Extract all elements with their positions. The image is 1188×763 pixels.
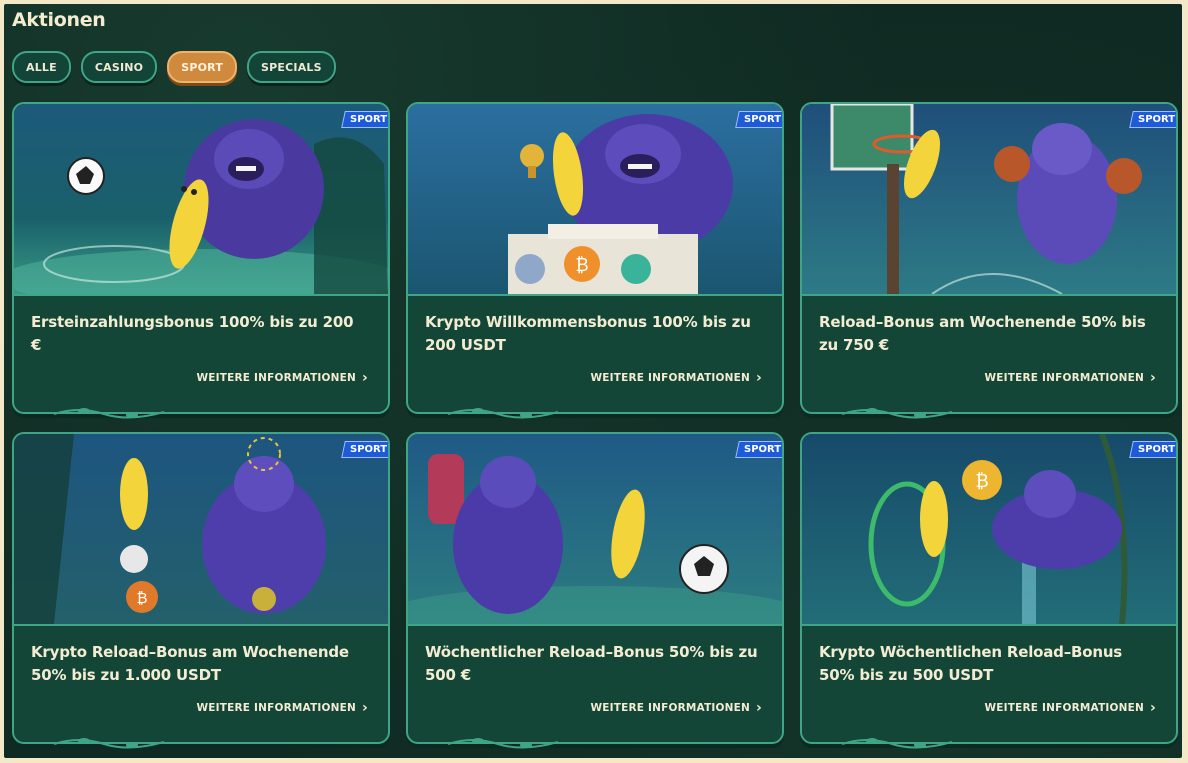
promotion-card[interactable]: ₿ SPORT Krypto Willkommensbonus 100% bis… <box>406 102 784 419</box>
more-info-link[interactable]: WEITERE INFORMATIONEN › <box>984 700 1156 716</box>
more-info-link[interactable]: WEITERE INFORMATIONEN › <box>590 370 762 386</box>
vine-decoration <box>54 738 164 749</box>
more-info-label: WEITERE INFORMATIONEN <box>984 702 1145 714</box>
filter-all-button[interactable]: ALLE <box>12 51 71 83</box>
promotion-image <box>408 434 782 626</box>
vine-decoration <box>54 408 164 419</box>
vine-decoration <box>842 738 952 749</box>
promotion-card[interactable]: SPORT Ersteinzahlungsbonus 100% bis zu 2… <box>12 102 390 419</box>
chevron-right-icon: › <box>362 700 368 716</box>
svg-text:₿: ₿ <box>975 471 988 492</box>
chevron-right-icon: › <box>756 370 762 386</box>
promotion-card[interactable]: SPORT Wöchentlicher Reload–Bonus 50% bis… <box>406 432 784 749</box>
category-badge: SPORT <box>735 441 782 458</box>
promotion-title: Wöchentlicher Reload–Bonus 50% bis zu 50… <box>425 643 758 684</box>
filter-casino-button[interactable]: CASINO <box>80 51 158 83</box>
category-badge: SPORT <box>1129 441 1176 458</box>
category-badge: SPORT <box>341 441 388 458</box>
category-badge: SPORT <box>341 111 388 128</box>
filter-bar: ALLE CASINO SPORT SPECIALS <box>12 51 336 83</box>
svg-text:₿: ₿ <box>136 589 147 607</box>
page-title: Aktionen <box>12 9 106 31</box>
more-info-link[interactable]: WEITERE INFORMATIONEN › <box>196 370 368 386</box>
vine-decoration <box>842 408 952 419</box>
promotion-image: ₿ <box>14 434 388 626</box>
chevron-right-icon: › <box>756 700 762 716</box>
promotion-title: Ersteinzahlungsbonus 100% bis zu 200 € <box>31 313 354 354</box>
vine-decoration <box>448 738 558 749</box>
more-info-label: WEITERE INFORMATIONEN <box>984 372 1145 384</box>
vine-decoration <box>448 408 558 419</box>
more-info-label: WEITERE INFORMATIONEN <box>196 372 357 384</box>
more-info-label: WEITERE INFORMATIONEN <box>196 702 357 714</box>
promotion-grid: SPORT Ersteinzahlungsbonus 100% bis zu 2… <box>12 102 1178 749</box>
promotion-card[interactable]: ₿ SPORT Krypto Wöchentlichen Reload–Bonu… <box>800 432 1178 749</box>
category-badge: SPORT <box>735 111 782 128</box>
promotion-title: Krypto Wöchentlichen Reload–Bonus 50% bi… <box>819 643 1123 684</box>
more-info-link[interactable]: WEITERE INFORMATIONEN › <box>984 370 1156 386</box>
promotion-title: Krypto Willkommensbonus 100% bis zu 200 … <box>425 313 751 354</box>
more-info-label: WEITERE INFORMATIONEN <box>590 702 751 714</box>
svg-text:₿: ₿ <box>575 255 588 276</box>
category-badge: SPORT <box>1129 111 1176 128</box>
more-info-link[interactable]: WEITERE INFORMATIONEN › <box>196 700 368 716</box>
promotion-title: Krypto Reload–Bonus am Wochenende 50% bi… <box>31 643 349 684</box>
chevron-right-icon: › <box>1150 370 1156 386</box>
filter-sport-button[interactable]: SPORT <box>167 51 238 83</box>
promotion-image <box>802 104 1176 296</box>
promotion-image <box>14 104 388 296</box>
promotions-page: Aktionen ALLE CASINO SPORT SPECIALS SPOR… <box>4 4 1182 758</box>
chevron-right-icon: › <box>1150 700 1156 716</box>
promotion-image: ₿ <box>408 104 782 296</box>
filter-specials-button[interactable]: SPECIALS <box>247 51 336 83</box>
promotion-card[interactable]: ₿ SPORT Krypto Reload–Bonus am Wochenend… <box>12 432 390 749</box>
promotion-image: ₿ <box>802 434 1176 626</box>
promotion-card[interactable]: SPORT Reload–Bonus am Wochenende 50% bis… <box>800 102 1178 419</box>
more-info-link[interactable]: WEITERE INFORMATIONEN › <box>590 700 762 716</box>
promotion-title: Reload–Bonus am Wochenende 50% bis zu 75… <box>819 313 1146 354</box>
chevron-right-icon: › <box>362 370 368 386</box>
more-info-label: WEITERE INFORMATIONEN <box>590 372 751 384</box>
